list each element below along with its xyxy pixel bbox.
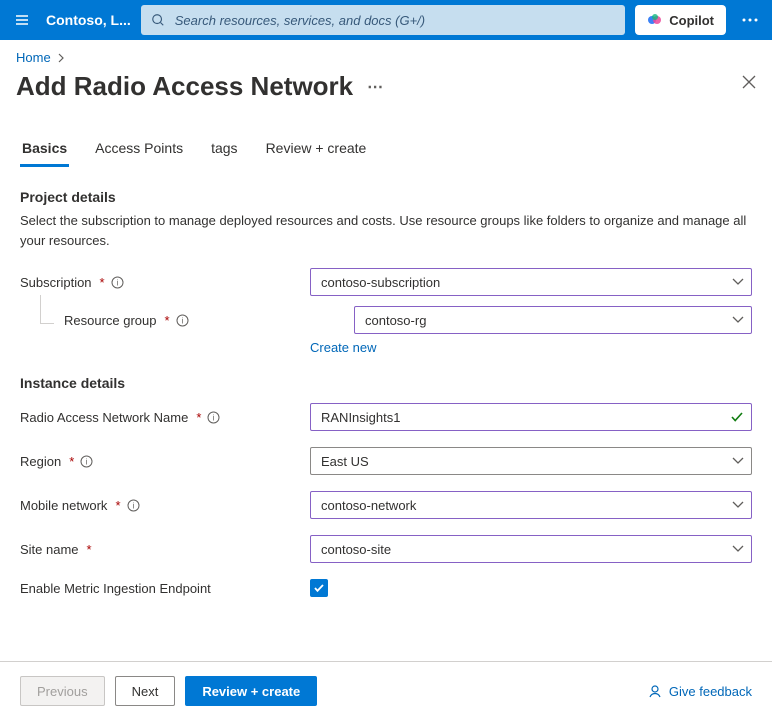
- topbar-more[interactable]: [736, 6, 764, 34]
- page-title: Add Radio Access Network ⋯: [16, 71, 385, 102]
- resource-group-select[interactable]: [354, 306, 752, 334]
- mobile-network-select[interactable]: [310, 491, 752, 519]
- field-subscription: Subscription * i: [20, 268, 752, 296]
- copilot-label: Copilot: [669, 13, 714, 28]
- svg-text:i: i: [86, 457, 88, 466]
- wizard-footer: Previous Next Review + create Give feedb…: [0, 661, 772, 720]
- svg-text:i: i: [132, 501, 134, 510]
- field-ran-name: Radio Access Network Name * i: [20, 403, 752, 431]
- project-details-description: Select the subscription to manage deploy…: [20, 211, 752, 250]
- search-icon: [151, 13, 165, 27]
- create-new-rg: Create new: [310, 340, 752, 355]
- page-title-text: Add Radio Access Network: [16, 71, 353, 102]
- hamburger-icon: [14, 12, 30, 28]
- required-mark: *: [196, 410, 201, 425]
- ran-name-input[interactable]: [310, 403, 752, 431]
- close-button[interactable]: [742, 75, 756, 92]
- feedback-icon: [647, 683, 663, 699]
- svg-text:i: i: [181, 316, 183, 325]
- search-input[interactable]: [173, 12, 615, 29]
- info-icon[interactable]: i: [176, 314, 189, 327]
- give-feedback-link[interactable]: Give feedback: [647, 683, 752, 699]
- required-mark: *: [100, 275, 105, 290]
- field-site-name: Site name *: [20, 535, 752, 563]
- field-enable-endpoint: Enable Metric Ingestion Endpoint: [20, 579, 752, 597]
- menu-toggle[interactable]: [8, 6, 36, 34]
- field-resource-group: Resource group * i: [20, 306, 752, 334]
- top-bar: Contoso, L... Copilot: [0, 0, 772, 40]
- region-select[interactable]: [310, 447, 752, 475]
- breadcrumb: Home: [0, 40, 772, 69]
- next-button[interactable]: Next: [115, 676, 176, 706]
- svg-text:i: i: [116, 278, 118, 287]
- required-mark: *: [87, 542, 92, 557]
- instance-details-heading: Instance details: [20, 375, 752, 391]
- mobile-network-label: Mobile network: [20, 498, 107, 513]
- previous-button: Previous: [20, 676, 105, 706]
- feedback-label: Give feedback: [669, 684, 752, 699]
- enable-endpoint-checkbox[interactable]: [310, 579, 328, 597]
- info-icon[interactable]: i: [207, 411, 220, 424]
- site-name-label: Site name: [20, 542, 79, 557]
- project-details-heading: Project details: [20, 189, 752, 205]
- region-label: Region: [20, 454, 61, 469]
- subscription-label: Subscription: [20, 275, 92, 290]
- tenant-name[interactable]: Contoso, L...: [46, 12, 131, 28]
- tab-review[interactable]: Review + create: [264, 140, 369, 167]
- global-search[interactable]: [141, 5, 625, 35]
- tab-bar: Basics Access Points tags Review + creat…: [0, 112, 772, 167]
- tab-access-points[interactable]: Access Points: [93, 140, 185, 167]
- info-icon[interactable]: i: [111, 276, 124, 289]
- info-icon[interactable]: i: [80, 455, 93, 468]
- resource-group-label: Resource group: [64, 313, 157, 328]
- field-mobile-network: Mobile network * i: [20, 491, 752, 519]
- create-new-link[interactable]: Create new: [310, 340, 376, 355]
- required-mark: *: [69, 454, 74, 469]
- close-icon: [742, 75, 756, 89]
- ellipsis-icon: [742, 18, 758, 22]
- ran-name-label: Radio Access Network Name: [20, 410, 188, 425]
- subscription-select[interactable]: [310, 268, 752, 296]
- tab-basics[interactable]: Basics: [20, 140, 69, 167]
- enable-endpoint-label: Enable Metric Ingestion Endpoint: [20, 581, 211, 596]
- review-create-button[interactable]: Review + create: [185, 676, 317, 706]
- checkmark-icon: [730, 410, 744, 424]
- site-name-select[interactable]: [310, 535, 752, 563]
- copilot-icon: [647, 12, 663, 28]
- breadcrumb-home[interactable]: Home: [16, 50, 51, 65]
- tab-tags[interactable]: tags: [209, 140, 239, 167]
- field-region: Region * i: [20, 447, 752, 475]
- chevron-right-icon: [57, 53, 65, 63]
- copilot-button[interactable]: Copilot: [635, 5, 726, 35]
- checkmark-icon: [313, 582, 325, 594]
- page-header: Add Radio Access Network ⋯: [0, 69, 772, 112]
- required-mark: *: [115, 498, 120, 513]
- title-more-icon[interactable]: ⋯: [367, 77, 385, 97]
- svg-text:i: i: [213, 413, 215, 422]
- form-content: Project details Select the subscription …: [0, 167, 772, 637]
- required-mark: *: [165, 313, 170, 328]
- info-icon[interactable]: i: [127, 499, 140, 512]
